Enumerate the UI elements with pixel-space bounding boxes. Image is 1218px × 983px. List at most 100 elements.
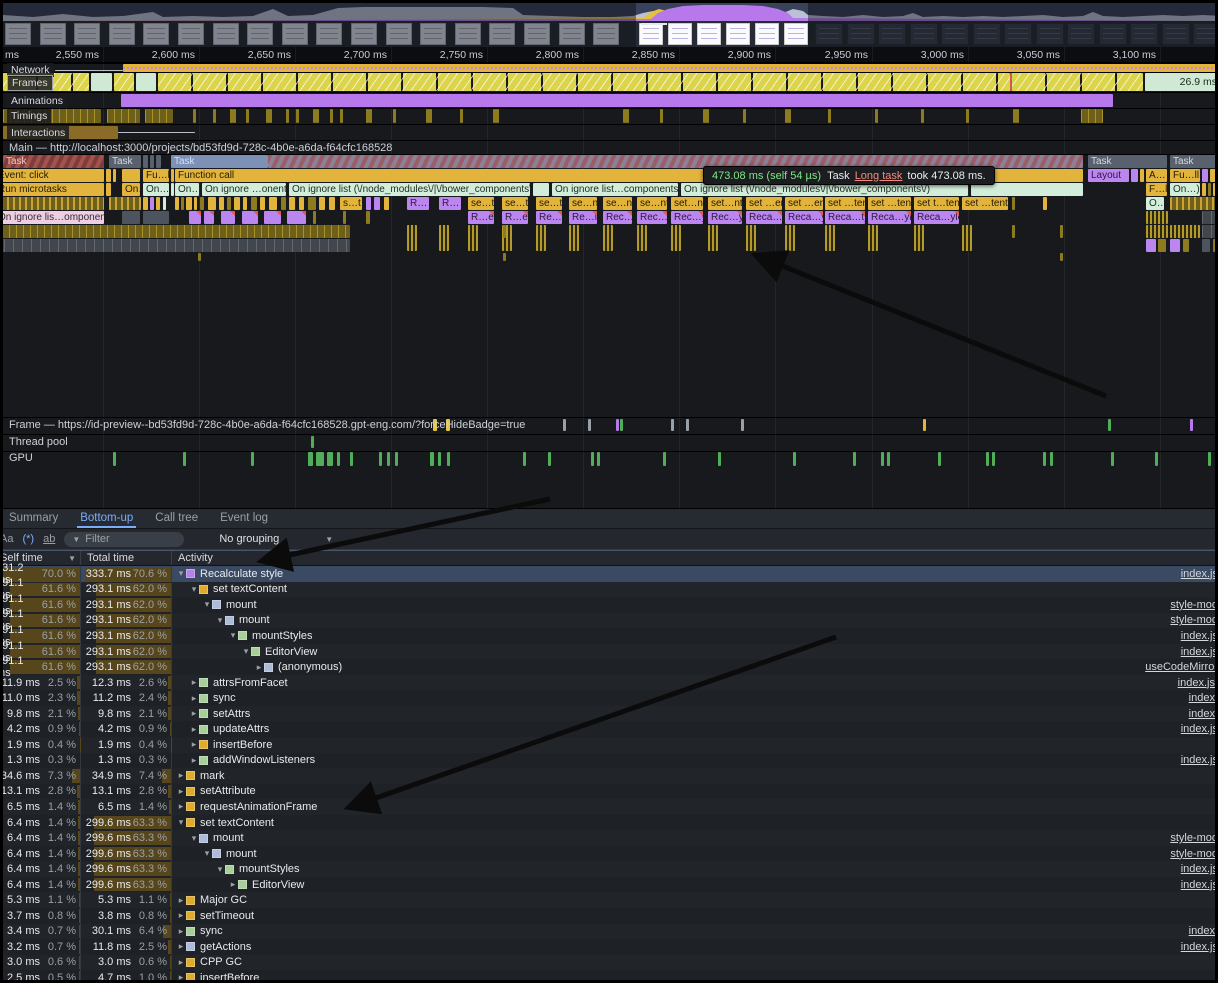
main-depth6-row-bar[interactable] (503, 225, 506, 238)
main-microtask-row-bar[interactable] (1213, 183, 1218, 196)
source-link[interactable]: style-mod (1170, 599, 1215, 611)
table-row[interactable]: 3.4 ms0.7 %30.1 ms6.4 %▸syncindex. (0, 924, 1215, 940)
gpu-track-bar[interactable] (350, 452, 353, 466)
main-funccall-row-bar[interactable] (234, 197, 240, 210)
filmstrip-thumbnail[interactable] (784, 23, 808, 45)
main-recalc-row-bar[interactable]: Reca…tyle (825, 211, 865, 224)
main-funccall-row-bar[interactable]: set…nt (671, 197, 703, 210)
animations-track-bar[interactable] (121, 94, 1113, 107)
gpu-track-bar[interactable] (1155, 452, 1158, 466)
main-funccall-row-bar[interactable] (281, 197, 286, 210)
source-link[interactable]: index. (1189, 925, 1215, 937)
frames-track-bar[interactable] (158, 73, 1010, 91)
main-funccall-row-bar[interactable]: set t…tent (914, 197, 959, 210)
source-link[interactable]: style-mod (1170, 832, 1215, 844)
main-funccall-row-bar[interactable] (366, 197, 371, 210)
main-funccall-row-bar[interactable]: R… (407, 197, 429, 210)
main-recalc-row-bar[interactable]: Reca…yle (746, 211, 782, 224)
gpu-track-bar[interactable] (881, 452, 884, 466)
main-event-row-bar[interactable] (106, 169, 111, 182)
table-row[interactable]: 1.3 ms0.3 %1.3 ms0.3 %▸addWindowListener… (0, 753, 1215, 769)
main-microtask-row-bar[interactable]: On…) (143, 183, 169, 196)
network-bar-bar[interactable] (123, 64, 1218, 72)
source-link[interactable]: index.js (1181, 646, 1215, 658)
main-funccall-row-bar[interactable] (319, 197, 325, 210)
timings-track-bar[interactable] (1016, 109, 1019, 123)
main-depth7-row-bar[interactable] (1170, 239, 1180, 252)
gpu-label[interactable]: GPU (9, 452, 33, 464)
tree-collapse-icon[interactable]: ▾ (189, 833, 199, 844)
main-microtask-row-bar[interactable] (171, 183, 174, 196)
timings-track-bar[interactable] (213, 109, 216, 123)
timings-track-bar[interactable] (660, 109, 663, 123)
source-link[interactable]: index.js (1181, 630, 1215, 642)
timings-track-bar[interactable] (233, 109, 236, 123)
source-link[interactable]: index.js (1181, 941, 1215, 953)
frames-track-bar[interactable] (1012, 73, 1143, 91)
main-depth6-row-bar[interactable] (671, 225, 681, 251)
main-microtask-row-bar[interactable] (533, 183, 549, 196)
main-microtask-row-bar[interactable]: On…) (175, 183, 199, 196)
table-row[interactable]: 6.4 ms1.4 %299.6 ms63.3 %▾mountStylesind… (0, 861, 1215, 877)
main-funccall-row-bar[interactable]: set …tent (825, 197, 865, 210)
main-funccall-row-bar[interactable] (194, 197, 197, 210)
source-link[interactable]: index. (1189, 708, 1215, 720)
tree-collapse-icon[interactable]: ▾ (176, 817, 186, 828)
timings-track-bar[interactable] (921, 109, 924, 123)
main-funccall-row-bar[interactable] (227, 197, 231, 210)
table-row[interactable]: 13.1 ms2.8 %13.1 ms2.8 %▸setAttribute (0, 784, 1215, 800)
main-funccall-row-bar[interactable]: set …tent (868, 197, 911, 210)
main-funccall-row-bar[interactable]: se…t (468, 197, 494, 210)
gpu-track-bar[interactable] (387, 452, 390, 466)
main-depth8-row-bar[interactable] (198, 253, 201, 261)
main-microtask-row-bar[interactable]: On…) (122, 183, 140, 196)
tree-expand-icon[interactable]: ▸ (189, 708, 199, 719)
table-row[interactable]: 6.4 ms1.4 %299.6 ms63.3 %▾mountstyle-mod (0, 830, 1215, 846)
timings-track-bar[interactable] (316, 109, 319, 123)
frame-track-bar[interactable] (671, 419, 674, 431)
frame-track-bar[interactable] (1108, 419, 1111, 431)
gpu-track-bar[interactable] (1043, 452, 1046, 466)
main-microtask-row-bar[interactable]: Run microtasks (0, 183, 104, 196)
main-recalc-row-bar[interactable]: On ignore lis…omponents\/) (0, 211, 104, 224)
main-depth7-row-bar[interactable] (1183, 239, 1189, 252)
gpu-track-bar[interactable] (251, 452, 254, 466)
main-microtask-row-bar[interactable]: F…l (1146, 183, 1167, 196)
main-depth6-row-bar[interactable] (746, 225, 756, 251)
table-row[interactable]: 9.8 ms2.1 %9.8 ms2.1 %▸setAttrsindex. (0, 706, 1215, 722)
gpu-track-bar[interactable] (327, 452, 333, 466)
main-recalc-row-bar[interactable]: Re…e (536, 211, 562, 224)
main-funccall-row-bar[interactable] (0, 197, 104, 210)
main-microtask-row-bar[interactable] (106, 183, 111, 196)
gpu-track-bar[interactable] (992, 452, 995, 466)
tree-collapse-icon[interactable]: ▾ (202, 599, 212, 610)
tree-expand-icon[interactable]: ▸ (176, 926, 186, 937)
table-row[interactable]: 5.3 ms1.1 %5.3 ms1.1 %▸Major GC (0, 892, 1215, 908)
filmstrip-thumbnail[interactable] (668, 23, 692, 45)
timings-track-bar[interactable] (246, 109, 249, 123)
tree-expand-icon[interactable]: ▸ (189, 693, 199, 704)
timeline-overview[interactable] (3, 3, 1215, 47)
main-recalc-row-bar[interactable]: Rec…yle (671, 211, 703, 224)
main-event-row-bar[interactable] (1131, 169, 1138, 182)
source-link[interactable]: index.js (1181, 879, 1215, 891)
timings-track-bar[interactable] (193, 109, 196, 123)
main-recalc-row-bar[interactable] (143, 211, 169, 224)
main-task-row-bar[interactable]: Task (3, 155, 104, 168)
main-microtask-row-bar[interactable] (1202, 183, 1206, 196)
main-depth6-row-bar[interactable] (569, 225, 579, 251)
gpu-track-bar[interactable] (183, 452, 186, 466)
frames-track-label[interactable]: Frames (7, 75, 53, 91)
table-row[interactable]: 34.6 ms7.3 %34.9 ms7.4 %▸mark (0, 768, 1215, 784)
filmstrip-thumbnail[interactable] (697, 23, 721, 45)
main-funccall-row-bar[interactable] (143, 197, 148, 210)
gpu-track-bar[interactable] (113, 452, 116, 466)
main-funccall-row-bar[interactable]: se…nt (569, 197, 597, 210)
main-recalc-row-bar[interactable]: R…e (502, 211, 528, 224)
table-row[interactable]: 291.1 ms61.6 %293.1 ms62.0 %▾EditorViewi… (0, 644, 1215, 660)
main-funccall-row-bar[interactable]: set …ent (746, 197, 782, 210)
main-funccall-row-bar[interactable] (289, 197, 295, 210)
grouping-select[interactable]: No grouping ▼ (219, 533, 333, 545)
main-recalc-row-bar[interactable]: Rec…le (637, 211, 667, 224)
main-funccall-row-bar[interactable] (329, 197, 335, 210)
